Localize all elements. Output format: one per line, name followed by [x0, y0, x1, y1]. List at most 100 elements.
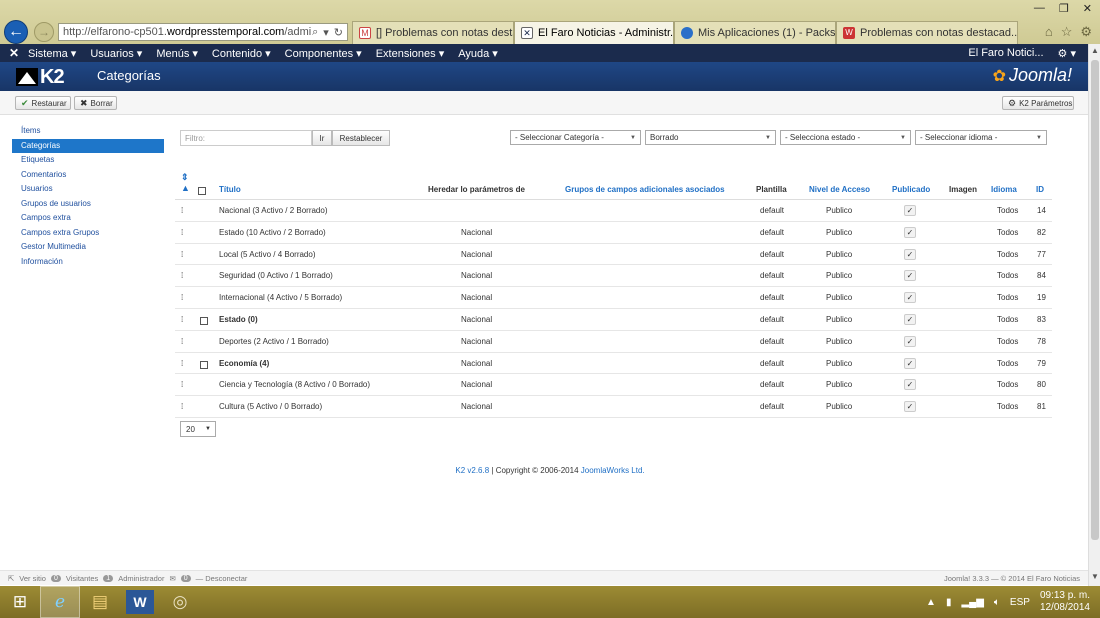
tab-problemas-2[interactable]: W Problemas con notas destacad...: [836, 21, 1018, 44]
header-groups[interactable]: Grupos de campos adicionales asociados: [565, 185, 725, 194]
restore-button[interactable]: ✔ Restaurar: [15, 96, 71, 110]
volume-icon[interactable]: 🔈︎: [994, 597, 1000, 608]
refresh-icon[interactable]: ↻: [334, 26, 343, 39]
header-id[interactable]: ID: [1036, 185, 1044, 194]
back-button[interactable]: ←: [4, 20, 28, 44]
drag-handle-icon[interactable]: ⁞: [181, 315, 183, 324]
select-all-checkbox[interactable]: [198, 187, 206, 195]
search-icon[interactable]: ⌕: [312, 26, 318, 39]
close-window-icon[interactable]: ✕: [1083, 2, 1092, 15]
maximize-icon[interactable]: ❐: [1059, 2, 1069, 15]
tab-problemas-1[interactable]: M [] Problemas con notas destac...: [352, 21, 514, 44]
gear-icon[interactable]: ⚙: [1080, 24, 1092, 40]
published-toggle-icon[interactable]: ✓: [904, 292, 916, 304]
published-toggle-icon[interactable]: ✓: [904, 205, 916, 216]
reset-button[interactable]: Restablecer: [332, 130, 390, 146]
sidebar-item-comentarios[interactable]: Comentarios: [12, 168, 164, 183]
dropdown-icon[interactable]: ▾: [323, 26, 329, 39]
view-site-link[interactable]: Ver sitio: [19, 574, 46, 583]
menu-usuarios[interactable]: Usuarios ▾: [90, 47, 142, 60]
scroll-down-icon[interactable]: ▼: [1090, 572, 1100, 584]
published-toggle-icon[interactable]: ✓: [904, 270, 916, 282]
list-limit-select[interactable]: 20 ▼: [180, 421, 216, 437]
published-toggle-icon[interactable]: ✓: [904, 357, 916, 369]
ordering-sort-icon[interactable]: ⇕ ▲: [181, 172, 190, 193]
header-title[interactable]: Título: [219, 185, 241, 194]
go-button[interactable]: Ir: [312, 130, 332, 146]
sidebar-item-categorias[interactable]: Categorías: [12, 138, 164, 153]
category-title[interactable]: Ciencia y Tecnología (8 Activo / 0 Borra…: [219, 380, 370, 389]
delete-button[interactable]: ✖ Borrar: [74, 96, 117, 110]
sidebar-item-campos-extra-grupos[interactable]: Campos extra Grupos: [12, 226, 164, 241]
row-checkbox[interactable]: [200, 316, 208, 325]
minimize-icon[interactable]: —: [1034, 2, 1045, 15]
word-icon[interactable]: W: [126, 590, 154, 614]
sidebar-item-grupos-usuarios[interactable]: Grupos de usuarios: [12, 197, 164, 212]
joomlaworks-link[interactable]: JoomlaWorks Ltd.: [581, 466, 645, 475]
category-title[interactable]: Seguridad (0 Activo / 1 Borrado): [219, 271, 333, 280]
home-icon[interactable]: ⌂: [1045, 24, 1053, 40]
sidebar-item-informacion[interactable]: Información: [12, 255, 164, 270]
tab-el-faro-admin[interactable]: ✕ El Faro Noticias - Administr... ×: [514, 21, 674, 44]
sidebar-item-campos-extra[interactable]: Campos extra: [12, 211, 164, 226]
tray-arrow-icon[interactable]: ▲: [926, 597, 936, 608]
drag-handle-icon[interactable]: ⁞: [181, 359, 183, 368]
category-title[interactable]: Economía (4): [219, 359, 269, 368]
language-indicator[interactable]: ESP: [1010, 597, 1030, 608]
header-access[interactable]: Nivel de Acceso: [809, 185, 870, 194]
category-select[interactable]: - Seleccionar Categoría - ▼: [510, 130, 641, 145]
menu-ayuda[interactable]: Ayuda ▾: [458, 47, 498, 60]
site-name-link[interactable]: El Faro Notici...: [968, 47, 1043, 60]
category-title[interactable]: Nacional (3 Activo / 2 Borrado): [219, 206, 328, 215]
menu-contenido[interactable]: Contenido ▾: [212, 47, 271, 60]
file-explorer-icon[interactable]: ▤: [80, 586, 120, 618]
language-select[interactable]: - Seleccionar idioma - ▼: [915, 130, 1047, 145]
trash-select[interactable]: Borrado ▼: [645, 130, 776, 145]
category-title[interactable]: Cultura (5 Activo / 0 Borrado): [219, 402, 322, 411]
published-toggle-icon[interactable]: ✓: [904, 379, 916, 391]
logout-link[interactable]: — Desconectar: [196, 574, 248, 583]
address-bar[interactable]: http://elfarono-cp501. wordpresstemporal.…: [58, 23, 348, 41]
drag-handle-icon[interactable]: ⁞: [181, 402, 183, 411]
battery-icon[interactable]: ▮: [946, 597, 952, 608]
scroll-up-icon[interactable]: ▲: [1090, 46, 1100, 58]
menu-menus[interactable]: Menús ▾: [156, 47, 198, 60]
drag-handle-icon[interactable]: ⁞: [181, 271, 183, 280]
menu-componentes[interactable]: Componentes ▾: [285, 47, 362, 60]
page-scrollbar[interactable]: ▲ ▼: [1088, 44, 1100, 586]
state-select[interactable]: - Selecciona estado - ▼: [780, 130, 911, 145]
favorites-star-icon[interactable]: ☆: [1061, 24, 1073, 40]
sidebar-item-gestor-multimedia[interactable]: Gestor Multimedia: [12, 240, 164, 255]
joomla-logo-icon[interactable]: ✕: [0, 46, 28, 60]
k2-version-link[interactable]: K2 v2.6.8: [455, 466, 489, 475]
k2-params-button[interactable]: ⚙ K2 Parámetros: [1002, 96, 1074, 110]
category-title[interactable]: Deportes (2 Activo / 1 Borrado): [219, 337, 329, 346]
row-checkbox[interactable]: [200, 360, 208, 369]
drag-handle-icon[interactable]: ⁞: [181, 250, 183, 259]
menu-extensiones[interactable]: Extensiones ▾: [376, 47, 445, 60]
scroll-thumb[interactable]: [1091, 60, 1099, 540]
published-toggle-icon[interactable]: ✓: [904, 313, 916, 325]
drag-handle-icon[interactable]: ⁞: [181, 293, 183, 302]
user-settings-icon[interactable]: ⚙ ▾: [1058, 47, 1076, 60]
drag-handle-icon[interactable]: ⁞: [181, 337, 183, 346]
category-title[interactable]: Local (5 Activo / 4 Borrado): [219, 250, 316, 259]
menu-sistema[interactable]: Sistema ▾: [28, 47, 76, 60]
search-input[interactable]: Filtro:: [180, 130, 312, 146]
header-published[interactable]: Publicado: [892, 185, 930, 194]
windows-start-icon[interactable]: ⊞: [0, 586, 40, 618]
published-toggle-icon[interactable]: ✓: [904, 335, 916, 347]
published-toggle-icon[interactable]: ✓: [904, 248, 916, 260]
tab-mis-aplicaciones[interactable]: Mis Aplicaciones (1) - Packs W...: [674, 21, 836, 44]
clock[interactable]: 09:13 p. m. 12/08/2014: [1040, 590, 1090, 614]
published-toggle-icon[interactable]: ✓: [904, 226, 916, 238]
sidebar-item-etiquetas[interactable]: Etiquetas: [12, 153, 164, 168]
category-title[interactable]: Estado (10 Activo / 2 Borrado): [219, 228, 326, 237]
category-title[interactable]: Internacional (4 Activo / 5 Borrado): [219, 293, 342, 302]
signal-icon[interactable]: ▂▄▆: [961, 597, 983, 608]
header-language[interactable]: Idioma: [991, 185, 1017, 194]
drag-handle-icon[interactable]: ⁞: [181, 228, 183, 237]
sidebar-item-items[interactable]: Ítems: [12, 124, 164, 139]
paint-icon[interactable]: ◎: [160, 586, 200, 618]
drag-handle-icon[interactable]: ⁞: [181, 206, 183, 215]
